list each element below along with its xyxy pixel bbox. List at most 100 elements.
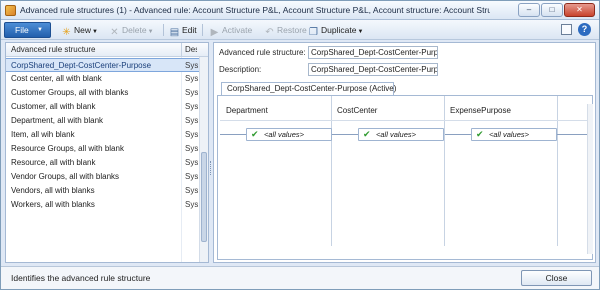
edit-button[interactable]: ▤ Edit: [169, 24, 197, 38]
help-icon[interactable]: ?: [578, 23, 591, 36]
delete-button[interactable]: ✕ Delete▼: [109, 24, 154, 38]
hierarchy-connector: [332, 134, 358, 135]
status-text: Identifies the advanced rule structure: [11, 273, 151, 283]
table-row[interactable]: Workers, all with blanks Syst: [6, 198, 199, 212]
table-row[interactable]: Customer Groups, all with blanks Syst: [6, 86, 199, 100]
table-row[interactable]: Vendor Groups, all with blanks Syst: [6, 170, 199, 184]
row-description: Syst: [185, 200, 198, 209]
hierarchy-column-department: Department: [226, 106, 268, 115]
hierarchy-header: Department CostCenter ExpensePurpose: [220, 106, 587, 118]
new-button[interactable]: ✳ New▼: [61, 24, 98, 38]
delete-button-label: Delete: [122, 25, 147, 35]
form-window: Advanced rule structures (1) - Advanced …: [0, 0, 600, 290]
row-structure-name: Vendor Groups, all with blanks: [11, 172, 120, 181]
copy-icon: ❐: [309, 27, 318, 38]
hierarchy-scrollbar[interactable]: [587, 104, 593, 254]
column-header-description[interactable]: Desc: [185, 45, 197, 54]
grid-scrollbar[interactable]: [199, 57, 208, 262]
delete-icon: ✕: [110, 27, 119, 38]
node-value-text: <all values>: [489, 130, 530, 139]
details-pane: Advanced rule structure: CorpShared_Dept…: [213, 42, 596, 263]
hierarchy-column-expensepurpose: ExpensePurpose: [450, 106, 511, 115]
hierarchy-connector: [220, 134, 246, 135]
row-description: Syst: [185, 88, 198, 97]
sparkle-icon: ✳: [62, 27, 71, 38]
hierarchy-column-divider: [331, 96, 332, 246]
table-row[interactable]: Resource, all with blank Syst: [6, 156, 199, 170]
minimize-button[interactable]: –: [518, 3, 540, 17]
structure-field-label: Advanced rule structure:: [219, 48, 306, 57]
close-button[interactable]: Close: [521, 270, 592, 286]
node-value-text: <all values>: [376, 130, 417, 139]
table-row[interactable]: Department, all with blank Syst: [6, 114, 199, 128]
row-structure-name: Cost center, all with blank: [11, 74, 102, 83]
chevron-down-icon: ▼: [92, 29, 98, 35]
structure-field[interactable]: CorpShared_Dept-CostCenter-Purpose: [308, 46, 438, 59]
column-header-structure[interactable]: Advanced rule structure: [11, 45, 96, 54]
row-structure-name: Customer Groups, all with blanks: [11, 88, 129, 97]
table-row[interactable]: CorpShared_Dept-CostCenter-Purpose Syst: [6, 58, 199, 72]
table-row[interactable]: Vendors, all with blanks Syst: [6, 184, 199, 198]
restore-button[interactable]: ↶ Restore: [264, 24, 307, 38]
grid-header: Advanced rule structure Desc: [6, 43, 208, 57]
column-divider: [181, 43, 182, 57]
toolbar-separator: [163, 24, 164, 36]
row-description: Syst: [185, 186, 198, 195]
table-row[interactable]: Cost center, all with blank Syst: [6, 72, 199, 86]
row-structure-name: Resource Groups, all with blank: [11, 144, 124, 153]
row-structure-name: Item, all wih blank: [11, 130, 75, 139]
undo-icon: ↶: [265, 27, 274, 38]
layout-icon[interactable]: [561, 24, 572, 35]
rule-structure-grid: Advanced rule structure Desc CorpShared_…: [5, 42, 209, 263]
action-pane: File ▼ ✳ New▼ ✕ Delete▼ ▤ Edit ▶ Activate ↶ R…: [1, 20, 599, 40]
tab-active-structure[interactable]: CorpShared_Dept-CostCenter-Purpose (Acti…: [221, 82, 396, 95]
row-structure-name: CorpShared_Dept-CostCenter-Purpose: [11, 61, 152, 70]
scrollbar-thumb[interactable]: [201, 152, 207, 242]
check-icon: ✔: [363, 129, 371, 139]
activate-button[interactable]: ▶ Activate: [209, 24, 253, 38]
duplicate-button[interactable]: ❐ Duplicate▼: [308, 24, 363, 38]
restore-button-label: Restore: [277, 25, 307, 35]
check-icon: ✔: [251, 129, 259, 139]
row-description: Syst: [185, 158, 198, 167]
hierarchy-connector: [557, 134, 587, 135]
row-description: Syst: [185, 144, 198, 153]
maximize-button[interactable]: □: [541, 3, 563, 17]
node-value-text: <all values>: [264, 130, 305, 139]
close-window-button[interactable]: ✕: [564, 3, 595, 17]
row-description: Syst: [185, 61, 198, 70]
row-structure-name: Resource, all with blank: [11, 158, 96, 167]
hierarchy-header-rule: [220, 120, 587, 121]
row-structure-name: Workers, all with blanks: [11, 200, 95, 209]
edit-icon: ▤: [169, 27, 180, 38]
costcenter-value-node[interactable]: ✔ <all values>: [358, 128, 444, 141]
file-menu-button[interactable]: File ▼: [4, 22, 51, 38]
hierarchy-canvas: Department CostCenter ExpensePurpose ✔ <…: [217, 95, 593, 260]
title-bar: Advanced rule structures (1) - Advanced …: [1, 1, 599, 20]
hierarchy-column-costcenter: CostCenter: [337, 106, 378, 115]
pane-splitter[interactable]: [210, 161, 212, 175]
table-row[interactable]: Resource Groups, all with blank Syst: [6, 142, 199, 156]
chevron-down-icon: ▼: [147, 29, 154, 35]
edit-button-label: Edit: [182, 25, 197, 35]
table-row[interactable]: Customer, all with blank Syst: [6, 100, 199, 114]
hierarchy-column-divider: [444, 96, 445, 246]
app-icon: [5, 5, 16, 16]
new-button-label: New: [74, 25, 92, 35]
hierarchy-column-divider: [557, 96, 558, 246]
department-value-node[interactable]: ✔ <all values>: [246, 128, 332, 141]
row-structure-name: Vendors, all with blanks: [11, 186, 95, 195]
duplicate-button-label: Duplicate: [321, 25, 357, 35]
play-icon: ▶: [210, 27, 219, 38]
status-bar: Identifies the advanced rule structure C…: [1, 266, 599, 289]
table-row[interactable]: Item, all wih blank Syst: [6, 128, 199, 142]
description-field-label: Description:: [219, 65, 262, 74]
check-icon: ✔: [476, 129, 484, 139]
description-field[interactable]: CorpShared_Dept-CostCenter-Purpo: [308, 63, 438, 76]
expensepurpose-value-node[interactable]: ✔ <all values>: [471, 128, 557, 141]
hierarchy-connector: [445, 134, 471, 135]
row-description: Syst: [185, 116, 198, 125]
window-title: Advanced rule structures (1) - Advanced …: [20, 5, 490, 15]
file-menu-label: File: [15, 25, 29, 35]
toolbar-separator: [202, 24, 203, 36]
